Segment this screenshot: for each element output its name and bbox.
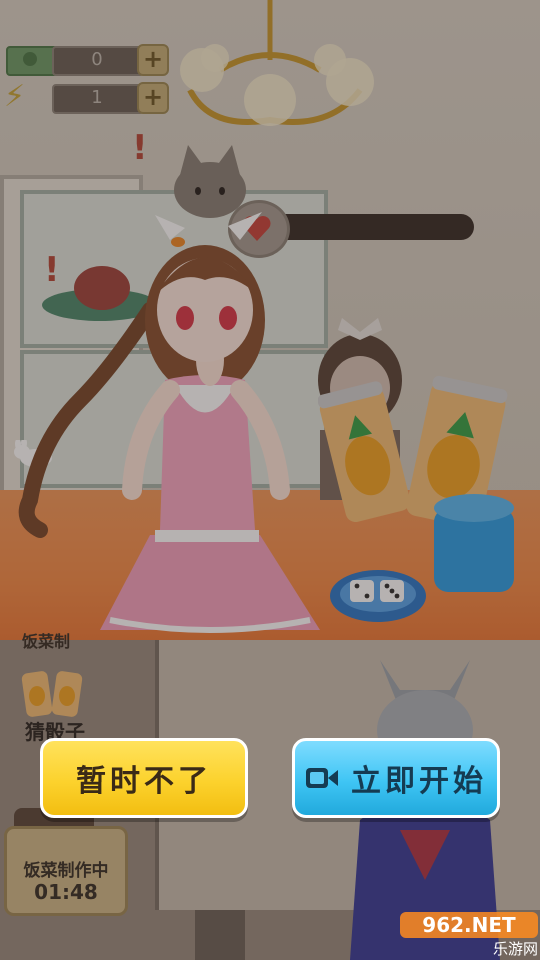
- dice-tray: [330, 570, 426, 622]
- pineapple-soda-can: [318, 381, 411, 522]
- dice-game-icon[interactable]: [20, 668, 86, 720]
- alert-icon: !: [132, 128, 148, 168]
- cooking-label-partial: 饭菜制: [22, 632, 71, 651]
- lightning-icon: ⚡: [4, 79, 26, 114]
- watermark-sub: 乐游网: [492, 940, 538, 958]
- cooking-timer: 01:48: [34, 880, 98, 904]
- chandelier-icon: [180, 0, 374, 126]
- cash-icon: [6, 46, 58, 76]
- character-girl: [18, 212, 320, 633]
- cooking-status-label: 饭菜制作中: [23, 861, 109, 881]
- watermark-logo: 962.NET: [400, 912, 538, 938]
- cash-counter: 0 +: [4, 44, 169, 76]
- video-camera-icon: [306, 768, 338, 788]
- energy-counter: ⚡ 1 +: [4, 79, 169, 114]
- dice-icon: [350, 580, 374, 602]
- table-leg: [195, 910, 245, 960]
- start-now-button[interactable]: 立即开始: [292, 738, 500, 818]
- decline-button[interactable]: 暂时不了: [40, 738, 248, 818]
- start-now-label: 立即开始: [351, 764, 487, 799]
- site-watermark: 962.NET 乐游网: [400, 912, 538, 958]
- add-cash-button[interactable]: +: [137, 44, 169, 76]
- energy-value: 1: [91, 87, 103, 108]
- decline-label: 暂时不了: [76, 764, 212, 799]
- cash-value: 0: [91, 49, 103, 70]
- add-energy-button[interactable]: +: [137, 82, 169, 114]
- dice-cup: [434, 494, 514, 592]
